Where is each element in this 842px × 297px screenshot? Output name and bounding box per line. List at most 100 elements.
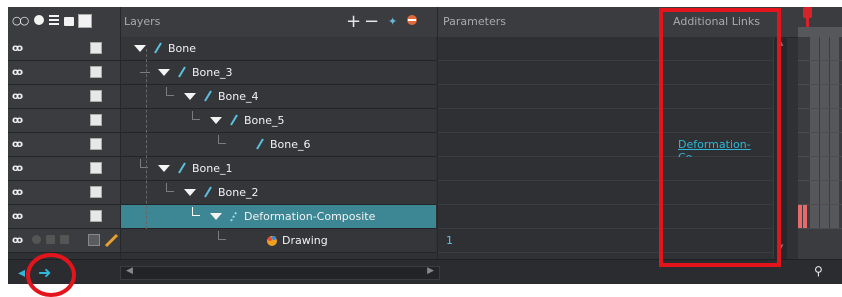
layer-enable-checkbox[interactable] (90, 186, 102, 198)
solo-toggle-icon[interactable] (32, 235, 41, 244)
expand-icon[interactable] (158, 69, 170, 76)
frame-cell[interactable] (810, 205, 820, 228)
layer-name-cell[interactable]: Bone_1 + (120, 157, 545, 181)
frame-cell[interactable] (830, 37, 840, 60)
layer-name: Bone_4 (218, 90, 259, 103)
parameters-cell (438, 85, 658, 109)
frame-cell[interactable] (830, 181, 840, 204)
layer-enable-checkbox[interactable] (90, 162, 102, 174)
frame-cell[interactable] (820, 133, 830, 156)
layer-enable-checkbox[interactable] (90, 66, 102, 78)
frame-ruler (798, 27, 842, 37)
tree-guide (146, 49, 147, 229)
layer-enable-checkbox[interactable] (90, 90, 102, 102)
frame-cell[interactable] (820, 109, 830, 132)
eye-icon[interactable]: ꝏ (12, 211, 23, 222)
frame-cell[interactable] (830, 61, 840, 84)
layer-name-cell[interactable]: Bone_3 + (120, 61, 545, 85)
frame-cell[interactable] (810, 157, 820, 180)
frame-cell[interactable] (820, 181, 830, 204)
frame-row (798, 181, 842, 205)
frame-cell[interactable] (820, 205, 830, 228)
layer-enable-checkbox[interactable] (90, 114, 102, 126)
solo-icon[interactable] (34, 15, 44, 25)
frame-cell[interactable] (820, 37, 830, 60)
pencil-icon[interactable] (104, 233, 120, 247)
eye-icon[interactable]: ꝏ (12, 67, 23, 78)
layer-name-cell[interactable]: Deformation-Composite + (120, 205, 545, 229)
frame-cell[interactable] (830, 157, 840, 180)
lock-toggle-icon[interactable] (60, 235, 69, 244)
eye-icon[interactable]: ꝏ (12, 139, 23, 150)
add-layer-button[interactable]: + (346, 11, 361, 32)
frame-cell[interactable] (820, 157, 830, 180)
layers-column-header: Layers (124, 15, 161, 28)
column-divider (120, 7, 121, 259)
expand-icon[interactable] (184, 189, 196, 196)
frame-cell[interactable] (830, 133, 840, 156)
bone-icon (230, 114, 238, 126)
frame-cell[interactable] (830, 85, 840, 108)
frame-cell[interactable] (810, 133, 820, 156)
layer-color-swatch[interactable] (88, 234, 100, 246)
layer-name-cell[interactable]: Bone_5 + (120, 109, 545, 133)
layer-name-cell[interactable]: Bone_2 + (120, 181, 545, 205)
tree-connector (166, 87, 174, 96)
eye-icon[interactable]: ꝏ (12, 235, 23, 246)
layer-name-cell[interactable]: Bone_6 + (120, 133, 545, 157)
add-drawing-icon[interactable] (406, 14, 418, 26)
frame-row (798, 133, 842, 157)
frame-cell[interactable] (820, 61, 830, 84)
expand-icon[interactable] (210, 117, 222, 124)
eye-icon[interactable]: ꝏ (12, 91, 23, 102)
color-swatch-icon[interactable] (78, 14, 92, 28)
eye-icon[interactable]: ○○ (12, 14, 29, 27)
eye-icon[interactable]: ꝏ (12, 43, 23, 54)
composite-icon (230, 210, 238, 222)
eye-icon[interactable]: ꝏ (12, 163, 23, 174)
eye-icon[interactable]: ꝏ (12, 187, 23, 198)
frame-cell[interactable] (810, 61, 820, 84)
lock-icon[interactable] (64, 17, 74, 26)
layer-controls: ꝏ (8, 181, 120, 205)
layer-name-cell[interactable]: Drawing + (120, 229, 545, 253)
expand-icon[interactable] (158, 165, 170, 172)
scroll-left-icon[interactable]: ◀ (126, 266, 133, 276)
frame-cell[interactable] (820, 85, 830, 108)
bone-icon (178, 162, 186, 174)
frame-row (798, 157, 842, 181)
expand-icon[interactable] (210, 213, 222, 220)
layer-enable-checkbox[interactable] (90, 138, 102, 150)
stack-icon[interactable] (49, 15, 59, 26)
frame-cell[interactable] (810, 37, 820, 60)
add-peg-icon[interactable]: ✦ (388, 15, 398, 28)
timeline-frames[interactable] (798, 7, 842, 284)
parameters-cell (438, 181, 658, 205)
frame-cell[interactable] (830, 205, 840, 228)
eye-icon[interactable]: ꝏ (12, 115, 23, 126)
bone-icon (256, 138, 264, 150)
keyframe-cell[interactable] (803, 205, 808, 228)
layer-name-cell[interactable]: Bone + (120, 37, 545, 61)
scroll-right-icon[interactable]: ▶ (427, 266, 434, 276)
expand-icon[interactable] (184, 93, 196, 100)
magnifier-icon[interactable]: ⚲ (814, 264, 823, 278)
frame-cell[interactable] (830, 109, 840, 132)
layer-name: Drawing (282, 234, 328, 247)
remove-layer-button[interactable]: − (364, 11, 379, 32)
frame-cell[interactable] (810, 85, 820, 108)
layer-name-cell[interactable]: Bone_4 + (120, 85, 545, 109)
frame-cell[interactable] (810, 181, 820, 204)
highlight-box (659, 8, 781, 267)
stack-toggle-icon[interactable] (46, 235, 55, 244)
parameters-cell (438, 37, 658, 61)
layer-name: Deformation-Composite (244, 210, 376, 223)
frame-cell[interactable] (810, 109, 820, 132)
expand-icon[interactable] (134, 45, 146, 52)
tree-connector (166, 183, 174, 192)
collapse-icon[interactable]: ◂ (18, 265, 25, 281)
layer-controls: ꝏ (8, 157, 120, 181)
layer-enable-checkbox[interactable] (90, 42, 102, 54)
horizontal-scrollbar[interactable]: ◀ ▶ (120, 266, 440, 280)
layer-enable-checkbox[interactable] (90, 210, 102, 222)
